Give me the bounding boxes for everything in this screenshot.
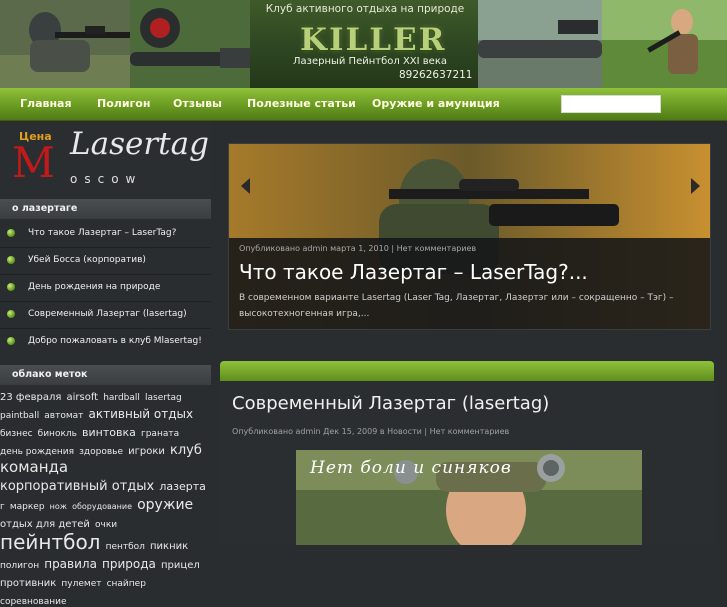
tag-link[interactable]: день рождения xyxy=(0,447,74,457)
nav-item-weapons[interactable]: Оружие и амуниция xyxy=(372,97,500,110)
tag-link[interactable]: пентбол xyxy=(106,542,145,552)
nav-item-polygon[interactable]: Полигон xyxy=(97,97,150,110)
tag-link[interactable]: оружие xyxy=(137,497,193,513)
slide-caption: Опубликовано admin марта 1, 2010 | Нет к… xyxy=(229,238,710,329)
tag-link[interactable]: клуб xyxy=(170,443,202,458)
tag-link[interactable]: нож xyxy=(50,502,67,511)
tag-link[interactable]: бинокль xyxy=(38,429,77,439)
tag-link[interactable]: hardball xyxy=(103,393,140,403)
logo-city-text: oscow xyxy=(70,172,143,186)
sidebar-item-label: Современный Лазертаг (lasertag) xyxy=(28,309,187,319)
nav-item-home[interactable]: Главная xyxy=(20,97,72,110)
header-subtitle: Лазерный Пейнтбол XXI века xyxy=(292,56,447,67)
bullet-icon xyxy=(7,229,15,237)
tag-link[interactable]: пулемет xyxy=(61,579,101,589)
tags-heading: облако меток xyxy=(0,365,211,385)
tag-link[interactable]: лазерта xyxy=(159,480,206,493)
bullet-icon xyxy=(7,310,15,318)
tag-link[interactable]: снайпер xyxy=(107,579,146,589)
tag-link[interactable]: природа xyxy=(102,557,156,571)
post-meta: Опубликовано admin Дек 15, 2009 в Новост… xyxy=(232,427,510,436)
tag-link[interactable]: игроки xyxy=(128,446,165,457)
tag-link[interactable]: полигон xyxy=(0,561,39,571)
tag-link[interactable]: прицел xyxy=(161,560,200,571)
sidebar-item-label: Убей Босса (корпоратив) xyxy=(28,255,146,265)
post-image[interactable]: Нет боли и синяков xyxy=(296,450,642,545)
tag-link[interactable]: команда xyxy=(0,458,68,476)
tag-link[interactable]: paintball xyxy=(0,411,39,421)
nav-item-articles[interactable]: Полезные статьи xyxy=(247,97,356,110)
sidebar-item-kill-the-boss[interactable]: Убей Босса (корпоратив) xyxy=(0,247,211,275)
nav-item-reviews[interactable]: Отзывы xyxy=(173,97,222,110)
logo-price-label: Цена xyxy=(19,130,52,143)
bullet-icon xyxy=(7,283,15,291)
sidebar-item-welcome[interactable]: Добро пожаловать в клуб Mlasertag! xyxy=(0,328,211,355)
tag-link[interactable]: пейнтбол xyxy=(0,530,100,554)
tag-cloud: 23 февраля airsoft hardball lasertag pai… xyxy=(0,386,212,607)
logo-lasertag-text: Lasertag xyxy=(70,126,209,162)
tag-link[interactable]: 23 февраля xyxy=(0,392,61,403)
tag-link[interactable]: винтовка xyxy=(82,426,136,439)
tag-link[interactable]: соревнование xyxy=(0,597,67,607)
bullet-icon xyxy=(7,337,15,345)
tag-link[interactable]: противник xyxy=(0,578,56,589)
soldier-photo-left xyxy=(0,0,130,88)
site-header: Клуб активного отдыха на природе KILLER … xyxy=(0,0,727,88)
slide-excerpt: В современном варианте Lasertag (Laser T… xyxy=(239,293,674,319)
logo-letter-m: M xyxy=(12,138,56,187)
about-heading-label: о лазертаге xyxy=(12,203,78,214)
tag-link[interactable]: правила xyxy=(44,557,97,571)
tag-link[interactable]: отдых для детей xyxy=(0,519,90,530)
tag-link[interactable]: бизнес xyxy=(0,429,33,439)
post-title[interactable]: Современный Лазертаг (lasertag) xyxy=(232,393,549,414)
about-heading: о лазертаге xyxy=(0,199,211,219)
search-input[interactable] xyxy=(561,95,661,113)
tag-link[interactable]: lasertag xyxy=(145,393,182,403)
tag-link[interactable]: оборудование xyxy=(72,502,132,511)
header-phone: 89262637211 xyxy=(399,69,473,81)
sidebar-item-label: Добро пожаловать в клуб Mlasertag! xyxy=(28,336,202,346)
tag-link[interactable]: корпоративный отдых xyxy=(0,479,154,494)
post-article: Современный Лазертаг (lasertag) Опублико… xyxy=(220,381,714,545)
rifle-photo-right xyxy=(478,0,602,88)
tag-link[interactable]: активный отдых xyxy=(89,407,194,421)
sidebar-item-birthday[interactable]: День рождения на природе xyxy=(0,274,211,302)
post-header-bar xyxy=(220,361,714,381)
sidebar-item-label: Что такое Лазертаг – LaserTag? xyxy=(28,228,177,238)
tag-link[interactable]: здоровье xyxy=(79,447,123,457)
slider-prev-icon[interactable] xyxy=(241,178,250,194)
tag-link[interactable]: автомат xyxy=(44,411,83,421)
slide-title[interactable]: Что такое Лазертаг – LaserTag?... xyxy=(239,260,588,284)
tag-link[interactable]: пикник xyxy=(150,541,188,552)
tag-link[interactable]: airsoft xyxy=(66,392,98,403)
bullet-icon xyxy=(7,256,15,264)
tag-link[interactable]: маркер xyxy=(10,502,45,512)
sidebar-item-modern-lasertag[interactable]: Современный Лазертаг (lasertag) xyxy=(0,301,211,329)
tag-link[interactable]: очки xyxy=(95,520,117,530)
girl-photo-right xyxy=(602,0,727,88)
tags-heading-label: облако меток xyxy=(12,369,88,380)
sidebar-item-label: День рождения на природе xyxy=(28,282,161,292)
rifle-photo-left xyxy=(130,0,250,88)
slide-meta: Опубликовано admin марта 1, 2010 | Нет к… xyxy=(239,244,477,253)
tag-link[interactable]: граната xyxy=(141,429,179,439)
sidebar-item-what-is-lasertag[interactable]: Что такое Лазертаг – LaserTag? xyxy=(0,220,211,248)
tag-link[interactable]: г xyxy=(0,502,5,512)
slider-next-icon[interactable] xyxy=(691,178,700,194)
featured-slider[interactable]: Опубликовано admin марта 1, 2010 | Нет к… xyxy=(228,143,711,330)
post-image-caption: Нет боли и синяков xyxy=(310,458,512,478)
header-tagline: Клуб активного отдыха на природе xyxy=(265,3,465,15)
killer-logo[interactable]: KILLER xyxy=(300,22,444,58)
